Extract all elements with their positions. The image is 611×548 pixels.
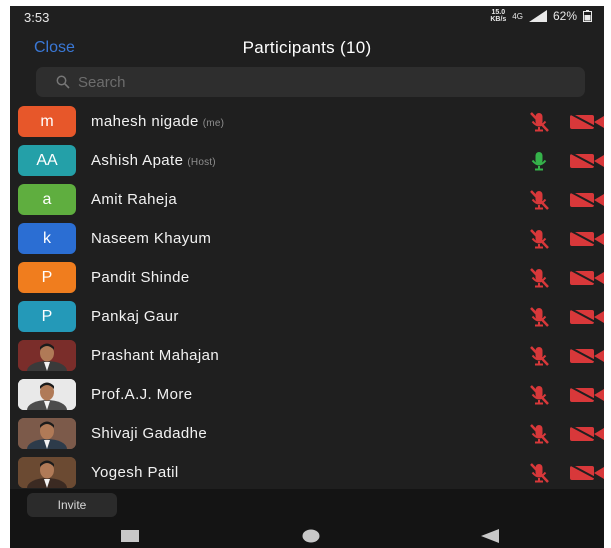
mic-muted-icon[interactable] bbox=[527, 344, 551, 368]
status-bar: 3:53 15.0 KB/s 4G 62% bbox=[10, 6, 604, 28]
avatar: k bbox=[18, 223, 76, 254]
search-icon bbox=[56, 75, 70, 89]
participant-row[interactable]: Prashant Mahajan bbox=[10, 336, 604, 375]
video-off-icon[interactable] bbox=[570, 191, 604, 209]
role-tag: (Host) bbox=[187, 157, 216, 168]
participant-name: Amit Raheja bbox=[91, 191, 177, 208]
participant-list: m mahesh nigade (me) AA Ashish Apate (Host) a A… bbox=[10, 102, 604, 492]
participant-row[interactable]: Shivaji Gadadhe bbox=[10, 414, 604, 453]
clock: 3:53 bbox=[24, 10, 50, 25]
participant-name: Prashant Mahajan bbox=[91, 347, 219, 364]
avatar: AA bbox=[18, 145, 76, 176]
search-bar[interactable] bbox=[36, 67, 585, 97]
bottom-bar: Invite bbox=[10, 489, 604, 548]
video-off-icon[interactable] bbox=[570, 425, 604, 443]
video-off-icon[interactable] bbox=[570, 113, 604, 131]
phone-screen: 3:53 15.0 KB/s 4G 62% Participants (10) … bbox=[10, 6, 604, 548]
participant-name-text: Prashant Mahajan bbox=[91, 347, 220, 364]
participant-name-text: mahesh nigade bbox=[91, 113, 199, 130]
avatar-photo bbox=[18, 340, 76, 371]
network-speed: 15.0 KB/s bbox=[490, 9, 506, 23]
page-title: Participants (10) bbox=[242, 38, 372, 57]
participant-name: Pankaj Gaur bbox=[91, 308, 179, 325]
participant-row[interactable]: a Amit Raheja bbox=[10, 180, 604, 219]
mic-muted-icon[interactable] bbox=[527, 188, 551, 212]
participant-row[interactable]: m mahesh nigade (me) bbox=[10, 102, 604, 141]
mic-muted-icon[interactable] bbox=[527, 422, 551, 446]
participant-name-text: Shivaji Gadadhe bbox=[91, 425, 208, 442]
mic-muted-icon[interactable] bbox=[527, 461, 551, 485]
header: Participants (10) Close bbox=[10, 30, 604, 66]
search-input[interactable] bbox=[78, 73, 558, 91]
avatar-photo bbox=[18, 418, 76, 449]
video-off-icon[interactable] bbox=[570, 152, 604, 170]
participant-name-text: Yogesh Patil bbox=[91, 464, 179, 481]
participant-row[interactable]: P Pankaj Gaur bbox=[10, 297, 604, 336]
signal-type: 4G bbox=[512, 11, 523, 21]
mic-muted-icon[interactable] bbox=[527, 227, 551, 251]
avatar-initial: AA bbox=[36, 152, 58, 169]
battery-icon bbox=[583, 10, 592, 22]
participant-name: Yogesh Patil bbox=[91, 464, 179, 481]
close-button[interactable]: Close bbox=[34, 39, 75, 57]
avatar: P bbox=[18, 301, 76, 332]
mic-muted-icon[interactable] bbox=[527, 266, 551, 290]
avatar-initial: a bbox=[42, 191, 52, 208]
signal-icon bbox=[528, 10, 547, 22]
back-triangle-icon[interactable] bbox=[481, 529, 499, 543]
participant-name-text: Pandit Shinde bbox=[91, 269, 190, 286]
participant-name: Pandit Shinde bbox=[91, 269, 190, 286]
participant-name: Naseem Khayum bbox=[91, 230, 211, 247]
participant-name-text: Naseem Khayum bbox=[91, 230, 212, 247]
battery-percent: 62% bbox=[552, 9, 577, 23]
mic-muted-icon[interactable] bbox=[527, 305, 551, 329]
avatar: m bbox=[18, 106, 76, 137]
status-icons: 15.0 KB/s 4G 62% bbox=[490, 9, 592, 23]
participant-row[interactable]: k Naseem Khayum bbox=[10, 219, 604, 258]
participant-name: Shivaji Gadadhe bbox=[91, 425, 207, 442]
video-off-icon[interactable] bbox=[570, 464, 604, 482]
participant-row[interactable]: Yogesh Patil bbox=[10, 453, 604, 492]
video-off-icon[interactable] bbox=[570, 347, 604, 365]
video-off-icon[interactable] bbox=[570, 230, 604, 248]
participant-row[interactable]: P Pandit Shinde bbox=[10, 258, 604, 297]
avatar-photo bbox=[18, 457, 76, 488]
video-off-icon[interactable] bbox=[570, 386, 604, 404]
avatar-initial: P bbox=[41, 308, 53, 325]
avatar-initial: P bbox=[41, 269, 53, 286]
participant-row[interactable]: Prof.A.J. More bbox=[10, 375, 604, 414]
participant-name-text: Ashish Apate bbox=[91, 152, 184, 169]
network-speed-unit: KB/s bbox=[490, 16, 507, 23]
video-off-icon[interactable] bbox=[570, 308, 604, 326]
role-tag: (me) bbox=[202, 118, 225, 129]
avatar: a bbox=[18, 184, 76, 215]
invite-button[interactable]: Invite bbox=[27, 493, 117, 517]
mic-on-icon[interactable] bbox=[527, 149, 551, 173]
participant-name-text: Amit Raheja bbox=[91, 191, 178, 208]
video-off-icon[interactable] bbox=[570, 269, 604, 287]
mic-muted-icon[interactable] bbox=[527, 110, 551, 134]
home-circle-icon[interactable] bbox=[302, 529, 320, 543]
participant-name: Ashish Apate (Host) bbox=[91, 152, 216, 169]
participant-name: Prof.A.J. More bbox=[91, 386, 192, 403]
avatar-photo bbox=[18, 379, 76, 410]
participant-row[interactable]: AA Ashish Apate (Host) bbox=[10, 141, 604, 180]
participant-name-text: Pankaj Gaur bbox=[91, 308, 179, 325]
avatar: P bbox=[18, 262, 76, 293]
network-speed-value: 15.0 bbox=[491, 9, 506, 16]
mic-muted-icon[interactable] bbox=[527, 383, 551, 407]
recents-square-icon[interactable] bbox=[120, 529, 140, 543]
participant-name: mahesh nigade (me) bbox=[91, 113, 224, 130]
avatar-initial: k bbox=[43, 230, 51, 247]
avatar-initial: m bbox=[40, 113, 54, 130]
participant-name-text: Prof.A.J. More bbox=[91, 386, 193, 403]
